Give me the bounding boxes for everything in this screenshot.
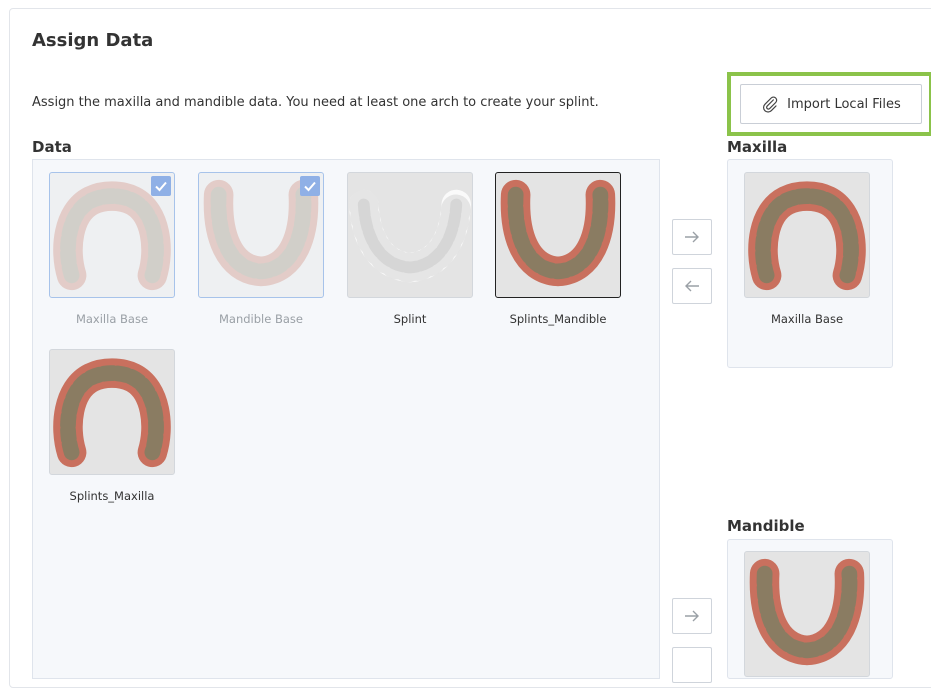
move-to-mandible-button[interactable] — [672, 598, 712, 634]
data-item-label: Splint — [393, 312, 427, 326]
data-item-label: Splints_Mandible — [509, 312, 607, 326]
data-item-mandible-base[interactable] — [198, 172, 324, 298]
import-button-label: Import Local Files — [787, 96, 901, 112]
arrow-right-icon — [683, 228, 701, 246]
import-local-files-button[interactable]: Import Local Files — [740, 84, 922, 124]
maxilla-assigned-item[interactable] — [744, 172, 870, 298]
data-item-splints-maxilla[interactable] — [49, 349, 175, 475]
remove-from-mandible-button[interactable] — [672, 647, 712, 683]
maxilla-section-label: Maxilla — [727, 138, 788, 156]
page-title: Assign Data — [32, 30, 154, 51]
paperclip-icon — [761, 95, 779, 113]
instructions-text: Assign the maxilla and mandible data. Yo… — [32, 95, 599, 110]
assigned-check-icon — [300, 176, 320, 196]
data-section-label: Data — [32, 138, 72, 156]
mandible-scan-thumbnail — [496, 173, 620, 297]
remove-from-maxilla-button[interactable] — [672, 268, 712, 304]
data-item-label: Maxilla Base — [75, 312, 149, 326]
data-item-maxilla-base[interactable] — [49, 172, 175, 298]
arrow-right-icon — [683, 607, 701, 625]
data-item-splints-mandible[interactable] — [495, 172, 621, 298]
maxilla-item-label: Maxilla Base — [770, 312, 844, 326]
arrow-left-icon — [683, 277, 701, 295]
data-item-label: Mandible Base — [219, 312, 303, 326]
data-item-label: Splints_Maxilla — [69, 489, 155, 503]
mandible-assigned-item[interactable] — [744, 551, 870, 677]
assigned-check-icon — [151, 176, 171, 196]
maxilla-scan-thumbnail — [745, 173, 869, 297]
splint-scan-thumbnail — [348, 173, 472, 297]
maxilla-scan-thumbnail — [50, 350, 174, 474]
data-item-splint[interactable] — [347, 172, 473, 298]
mandible-scan-thumbnail — [745, 552, 869, 676]
mandible-section-label: Mandible — [727, 517, 805, 535]
move-to-maxilla-button[interactable] — [672, 219, 712, 255]
